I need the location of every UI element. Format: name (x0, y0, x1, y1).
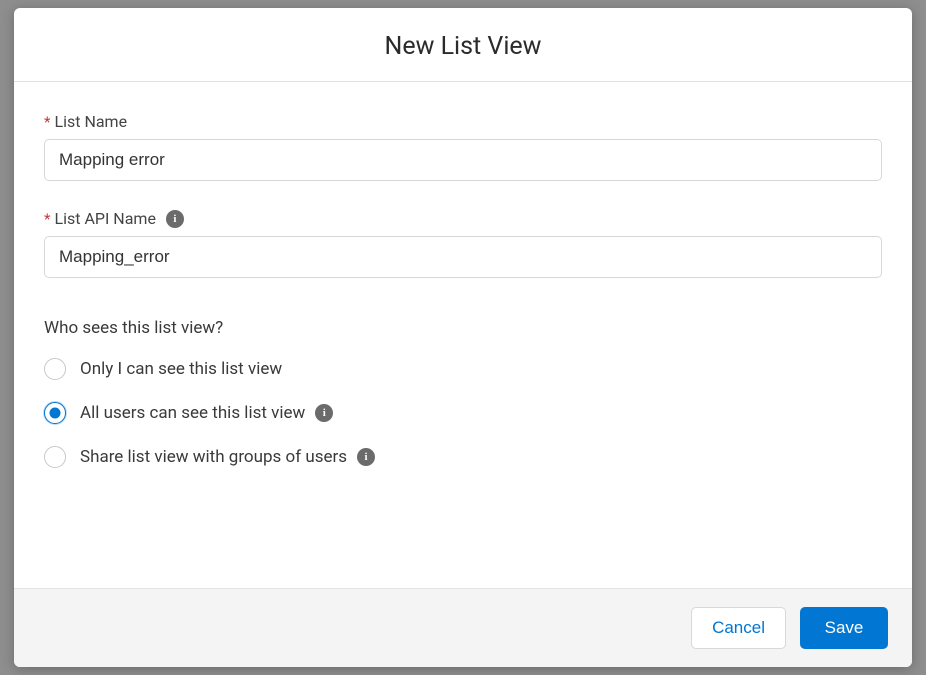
radio-icon (44, 446, 66, 468)
radio-option-groups[interactable]: Share list view with groups of users i (44, 446, 882, 468)
visibility-radio-group: Only I can see this list view All users … (44, 358, 882, 468)
radio-label-only-me: Only I can see this list view (80, 359, 282, 379)
modal-title: New List View (34, 32, 892, 61)
cancel-button[interactable]: Cancel (691, 607, 786, 649)
radio-label-all-users: All users can see this list view (80, 403, 305, 423)
save-button[interactable]: Save (800, 607, 888, 649)
radio-option-only-me[interactable]: Only I can see this list view (44, 358, 882, 380)
list-name-label-row: * List Name (44, 112, 882, 131)
radio-icon (44, 402, 66, 424)
list-name-input[interactable] (44, 139, 882, 181)
radio-option-all-users[interactable]: All users can see this list view i (44, 402, 882, 424)
new-list-view-modal: New List View * List Name * List API Nam… (14, 8, 912, 667)
list-api-name-label: List API Name (54, 209, 155, 228)
list-name-group: * List Name (44, 112, 882, 181)
list-api-name-group: * List API Name i (44, 209, 882, 278)
visibility-heading: Who sees this list view? (44, 318, 882, 338)
list-name-label: List Name (54, 112, 127, 131)
radio-icon (44, 358, 66, 380)
required-asterisk-icon: * (44, 113, 50, 131)
list-api-name-input[interactable] (44, 236, 882, 278)
modal-header: New List View (14, 8, 912, 82)
info-icon[interactable]: i (315, 404, 333, 422)
required-asterisk-icon: * (44, 210, 50, 228)
radio-label-groups: Share list view with groups of users (80, 447, 347, 467)
info-icon[interactable]: i (357, 448, 375, 466)
modal-footer: Cancel Save (14, 588, 912, 667)
info-icon[interactable]: i (166, 210, 184, 228)
list-api-name-label-row: * List API Name i (44, 209, 882, 228)
modal-body: * List Name * List API Name i Who sees t… (14, 82, 912, 588)
